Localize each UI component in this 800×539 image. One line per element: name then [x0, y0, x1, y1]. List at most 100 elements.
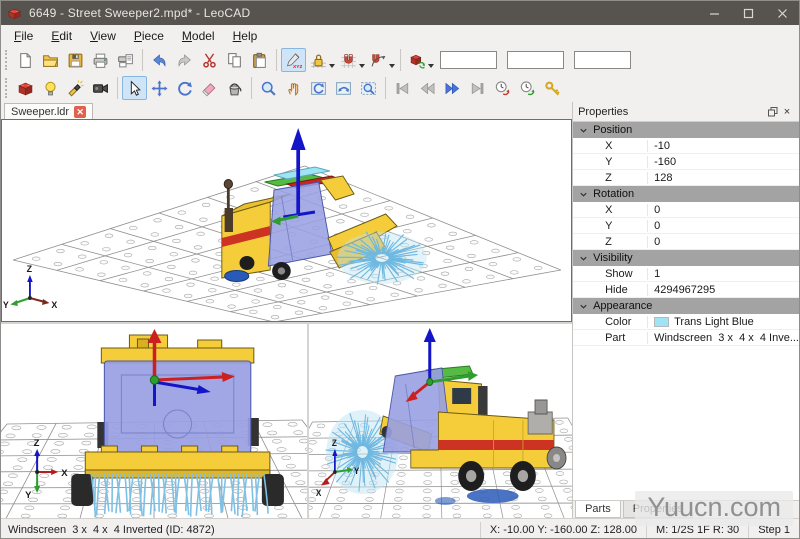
properties-dock: Properties × Position X-10 Y-160 Z128 Ro… — [572, 102, 799, 518]
close-dock-icon[interactable]: × — [780, 105, 794, 119]
menu-help[interactable]: Help — [224, 27, 267, 45]
float-dock-icon[interactable] — [766, 105, 780, 119]
properties-dock-title: Properties — [578, 106, 628, 118]
menu-file[interactable]: File — [5, 27, 42, 45]
disc-brush — [225, 271, 249, 282]
group-position[interactable]: Position — [573, 122, 799, 138]
menu-view[interactable]: View — [81, 27, 125, 45]
maximize-button[interactable] — [731, 1, 765, 25]
next-step-button[interactable] — [440, 76, 465, 100]
group-visibility[interactable]: Visibility — [573, 250, 799, 266]
snap-move-group[interactable] — [336, 48, 366, 72]
paint-tool-button[interactable] — [222, 76, 247, 100]
property-value[interactable]: 0 — [647, 220, 799, 232]
window-controls — [697, 1, 799, 25]
menu-edit[interactable]: Edit — [42, 27, 81, 45]
tab-label: Sweeper.ldr — [11, 106, 69, 118]
property-row: Show1 — [573, 266, 799, 282]
close-button[interactable] — [765, 1, 799, 25]
model-tabbar: Sweeper.ldr ✕ — [1, 102, 572, 119]
paste-button[interactable] — [247, 48, 272, 72]
spotlight-button[interactable] — [63, 76, 88, 100]
snap-angle-group[interactable] — [366, 48, 396, 72]
copy-button[interactable] — [222, 48, 247, 72]
menu-model[interactable]: Model — [173, 27, 224, 45]
open-file-button[interactable] — [38, 48, 63, 72]
menu-piece[interactable]: Piece — [125, 27, 173, 45]
dock-tab-parts[interactable]: Parts — [575, 501, 621, 518]
street-sweeper-model-front[interactable] — [71, 329, 284, 517]
property-value[interactable]: -10 — [647, 140, 799, 152]
water-puddle — [467, 489, 519, 503]
properties-dock-titlebar[interactable]: Properties × — [573, 102, 799, 121]
property-value[interactable]: 0 — [647, 236, 799, 248]
rotate-tool-button[interactable] — [172, 76, 197, 100]
snap-z-combo[interactable] — [507, 51, 564, 69]
redo-button[interactable] — [172, 48, 197, 72]
rotate-view-button[interactable] — [306, 76, 331, 100]
cut-button[interactable] — [197, 48, 222, 72]
chevron-down-icon — [579, 126, 588, 135]
insert-piece-button[interactable] — [13, 76, 38, 100]
snap-move-button[interactable] — [336, 48, 361, 72]
snap-angle-combo[interactable] — [574, 51, 631, 69]
broom-piece — [225, 208, 233, 232]
roll-tool-button[interactable] — [331, 76, 356, 100]
viewport-side[interactable]: Z Y X — [309, 324, 572, 518]
select-tool-button[interactable] — [122, 76, 147, 100]
minimize-button[interactable] — [697, 1, 731, 25]
property-value[interactable]: Trans Light Blue — [647, 316, 799, 328]
print-button[interactable] — [88, 48, 113, 72]
pan-tool-button[interactable] — [281, 76, 306, 100]
first-step-button[interactable] — [390, 76, 415, 100]
snap-xy-combo[interactable] — [440, 51, 497, 69]
last-step-button[interactable] — [465, 76, 490, 100]
zoom-tool-button[interactable] — [256, 76, 281, 100]
main-area: Sweeper.ldr ✕ — [1, 102, 799, 518]
group-rotation[interactable]: Rotation — [573, 186, 799, 202]
property-value[interactable]: 1 — [647, 268, 799, 280]
svg-text:Z: Z — [34, 438, 40, 449]
camera-button[interactable] — [88, 76, 113, 100]
svg-text:Y: Y — [354, 465, 360, 476]
lock-snap-button[interactable] — [306, 48, 331, 72]
print-preview-button[interactable] — [113, 48, 138, 72]
new-file-button[interactable] — [13, 48, 38, 72]
viewport-perspective[interactable]: Z Y X — [1, 119, 572, 322]
viewport-front[interactable]: Z X Y — [1, 324, 307, 518]
property-row: Hide4294967295 — [573, 282, 799, 298]
time-forward-button[interactable] — [515, 76, 540, 100]
street-sweeper-model-perspective[interactable] — [222, 128, 427, 285]
add-keys-button[interactable] — [540, 76, 565, 100]
snap-angle-button[interactable] — [366, 48, 391, 72]
previous-step-button[interactable] — [415, 76, 440, 100]
street-sweeper-model-side[interactable] — [326, 328, 566, 505]
property-value[interactable]: Windscreen 3 x 4 x 4 Inve... — [647, 332, 799, 344]
light-button[interactable] — [38, 76, 63, 100]
undo-button[interactable] — [147, 48, 172, 72]
group-appearance[interactable]: Appearance — [573, 298, 799, 314]
move-tool-button[interactable] — [147, 76, 172, 100]
property-value[interactable]: 0 — [647, 204, 799, 216]
transform-swap-button[interactable] — [405, 48, 430, 72]
property-value[interactable]: 4294967295 — [647, 284, 799, 296]
delete-tool-button[interactable] — [197, 76, 222, 100]
property-value[interactable]: -160 — [647, 156, 799, 168]
toolbar-standard: XYZ — [1, 46, 799, 74]
toolbar-grip[interactable] — [5, 50, 10, 70]
property-label: Part — [605, 332, 647, 344]
property-value[interactable]: 128 — [647, 172, 799, 184]
tab-sweeper-ldr[interactable]: Sweeper.ldr ✕ — [4, 103, 93, 119]
property-row: X0 — [573, 202, 799, 218]
move-relative-xyz-button[interactable]: XYZ — [281, 48, 306, 72]
zoom-region-button[interactable] — [356, 76, 381, 100]
property-row: Y0 — [573, 218, 799, 234]
transform-swap-group[interactable] — [405, 48, 435, 72]
lock-snap-group[interactable] — [306, 48, 336, 72]
tab-close-icon[interactable]: ✕ — [74, 106, 86, 118]
menubar: File Edit View Piece Model Help — [1, 25, 799, 46]
time-backward-button[interactable] — [490, 76, 515, 100]
toolbar-grip[interactable] — [5, 78, 10, 98]
save-file-button[interactable] — [63, 48, 88, 72]
chevron-down-icon — [579, 254, 588, 263]
